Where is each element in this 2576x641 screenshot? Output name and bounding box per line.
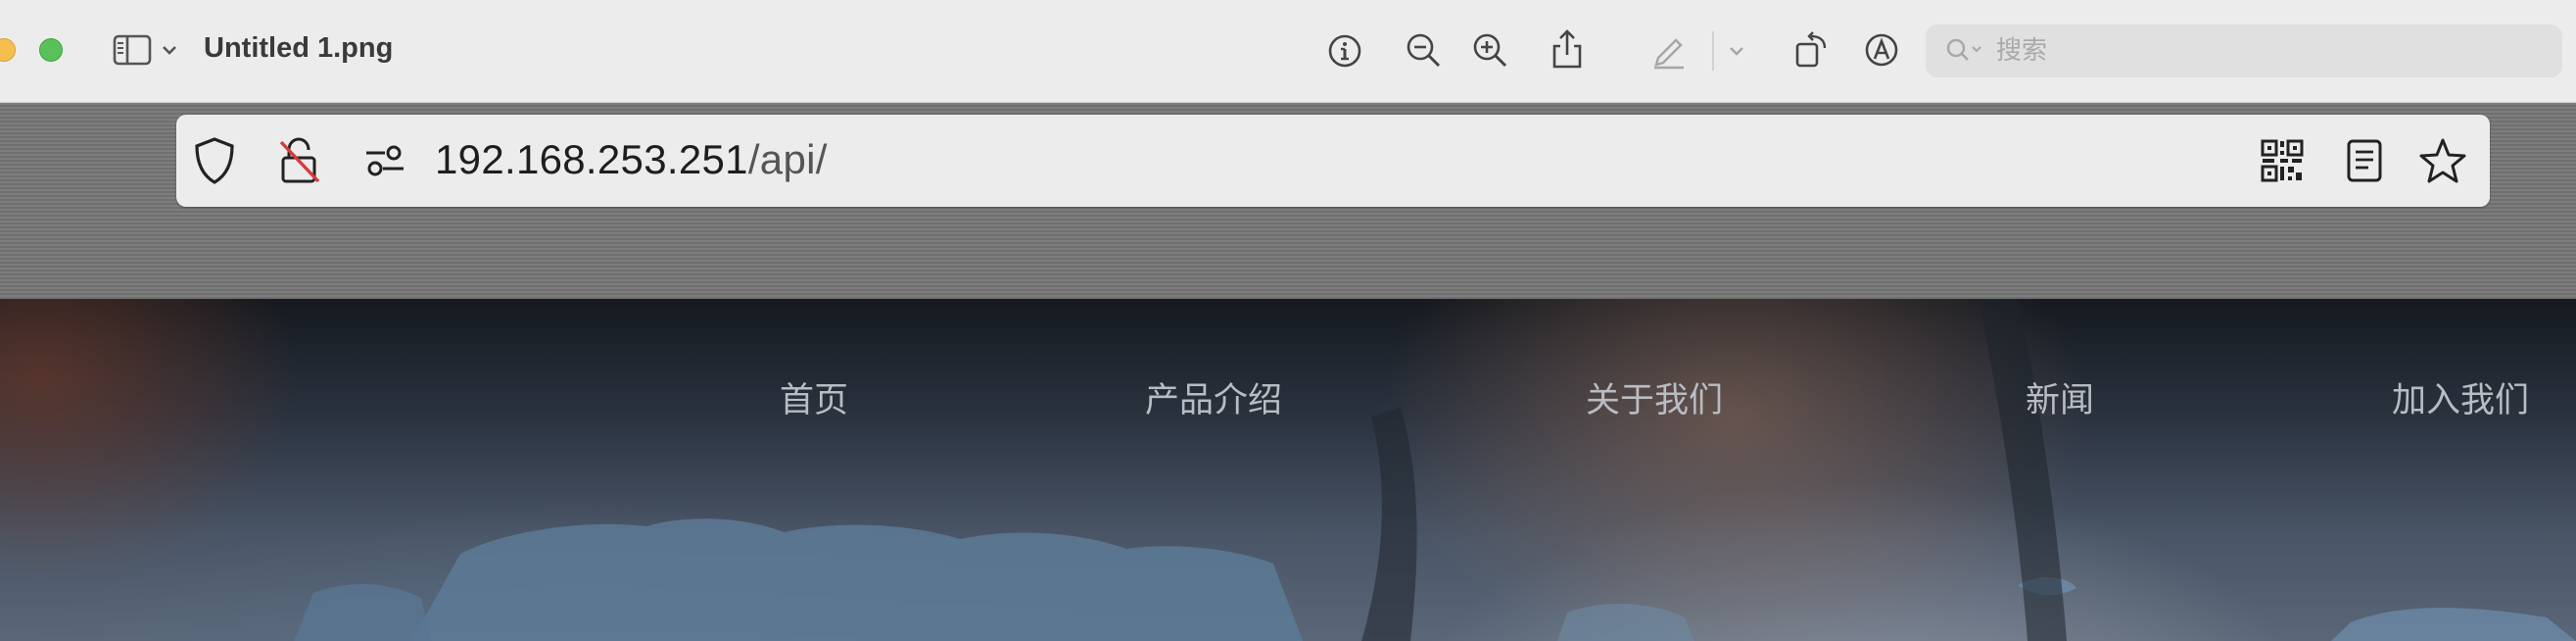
- shield-icon[interactable]: [190, 136, 239, 185]
- rotate-icon[interactable]: [1792, 29, 1832, 71]
- bookmark-star-icon[interactable]: [2417, 136, 2468, 185]
- hero-world-map-graphic: [294, 299, 2576, 641]
- window-toolbar: Untitled 1.png: [0, 0, 2576, 103]
- markup-chevron-icon[interactable]: [1728, 43, 1745, 59]
- nav-item-about[interactable]: 关于我们: [1586, 372, 1723, 422]
- search-icon: [1945, 37, 1984, 65]
- nav-item-join[interactable]: 加入我们: [2392, 372, 2529, 422]
- search-field[interactable]: [1926, 25, 2562, 77]
- insecure-lock-icon[interactable]: [276, 136, 323, 185]
- document-title: Untitled 1.png: [204, 32, 394, 64]
- info-icon[interactable]: [1326, 32, 1363, 70]
- qr-code-icon[interactable]: [2259, 136, 2306, 185]
- browser-chrome: 192.168.253.251/api/: [0, 103, 2576, 299]
- zoom-in-icon[interactable]: [1471, 31, 1510, 71]
- minimize-button[interactable]: [0, 38, 16, 62]
- reader-mode-icon[interactable]: [2343, 136, 2386, 185]
- nav-item-products[interactable]: 产品介绍: [1145, 372, 1282, 422]
- zoom-button[interactable]: [39, 38, 63, 62]
- url-path: /api/: [747, 136, 828, 182]
- nav-item-news[interactable]: 新闻: [2026, 372, 2094, 422]
- markup-pencil-icon[interactable]: [1649, 31, 1689, 71]
- sidebar-toggle-icon[interactable]: [112, 33, 153, 67]
- toolbar-divider: [1712, 31, 1714, 71]
- zoom-out-icon[interactable]: [1405, 31, 1444, 71]
- address-bar[interactable]: 192.168.253.251/api/: [176, 115, 2490, 207]
- url-display[interactable]: 192.168.253.251/api/: [435, 136, 828, 183]
- url-host: 192.168.253.251: [435, 136, 748, 182]
- chevron-down-icon[interactable]: [161, 41, 178, 59]
- hero-banner: 首页 产品介绍 关于我们 新闻 加入我们: [0, 299, 2576, 641]
- search-input[interactable]: [1994, 35, 2527, 67]
- site-settings-icon[interactable]: [362, 136, 407, 185]
- annotate-icon[interactable]: [1863, 31, 1900, 69]
- share-icon[interactable]: [1550, 27, 1585, 71]
- nav-item-home[interactable]: 首页: [780, 372, 848, 422]
